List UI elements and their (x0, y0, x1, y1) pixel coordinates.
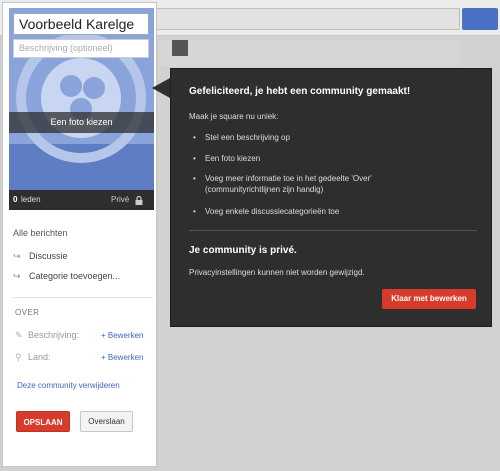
about-description-row: ✎ Beschrijving: (15, 330, 79, 341)
community-setup-panel: Voorbeeld Karelge Beschrijving (optionee… (2, 2, 157, 467)
tooltip-list-item-text: Voeg enkele discussiecategorieën toe (205, 207, 340, 216)
arrow-right-icon: ↪ (13, 271, 21, 281)
tooltip-list-item: • Stel een beschrijving op (193, 132, 465, 143)
community-cover: Voorbeeld Karelge Beschrijving (optionee… (9, 8, 154, 210)
about-country-label: Land: (28, 352, 51, 362)
community-description-input[interactable]: Beschrijving (optioneel) (13, 39, 149, 58)
tooltip-list-item: • Een foto kiezen (193, 153, 465, 164)
tooltip-private-title: Je community is privé. (189, 245, 297, 256)
tooltip-intro: Maak je square nu uniek: (189, 112, 279, 121)
all-posts-link[interactable]: Alle berichten (13, 228, 68, 238)
nav-item-label: Discussie (29, 251, 68, 261)
edit-description-link[interactable]: + Bewerken (101, 331, 143, 340)
tooltip-list-item-text: Voeg meer informatie toe in het gedeelte… (205, 174, 372, 194)
about-section-label: OVER (15, 308, 40, 317)
location-pin-icon: ⚲ (15, 352, 22, 362)
bullet-icon: • (193, 154, 196, 163)
bullet-icon: • (193, 207, 196, 216)
about-country-row: ⚲ Land: (15, 352, 51, 363)
tooltip-private-note: Privacyinstellingen kunnen niet worden g… (189, 268, 365, 277)
edit-country-link[interactable]: + Bewerken (101, 353, 143, 362)
members-label: leden (21, 195, 41, 204)
bullet-icon: • (193, 133, 196, 142)
tooltip-divider (189, 230, 477, 231)
pencil-icon: ✎ (15, 330, 23, 340)
tooltip-list-item-text: Een foto kiezen (205, 154, 261, 163)
skip-button[interactable]: Overslaan (80, 411, 133, 432)
background-search-button (462, 8, 498, 30)
nav-item-discussion[interactable]: ↪ Discussie (13, 251, 68, 262)
nav-item-add-category[interactable]: ↪ Categorie toevoegen... (13, 271, 120, 282)
tooltip-title: Gefeliciteerd, je hebt een community gem… (189, 86, 411, 97)
tooltip-list-item: • Voeg meer informatie toe in het gedeelt… (193, 173, 445, 195)
lock-icon (135, 196, 143, 205)
arrow-right-icon: ↪ (13, 251, 21, 261)
tooltip-list-item: • Voeg enkele discussiecategorieën toe (193, 206, 465, 217)
tooltip-arrow (152, 78, 170, 98)
about-description-label: Beschrijving: (28, 330, 80, 340)
background-search-field (150, 8, 460, 30)
community-name-input[interactable]: Voorbeeld Karelge (13, 13, 149, 35)
divider (13, 297, 153, 298)
background-card (160, 40, 460, 66)
members-count: 0 (13, 195, 18, 204)
cover-footer: 0 leden Privé (9, 190, 154, 210)
done-editing-button[interactable]: Klaar met bewerken (382, 289, 476, 309)
bullet-icon: • (193, 174, 196, 183)
delete-community-link[interactable]: Deze community verwijderen (17, 381, 120, 390)
nav-item-label: Categorie toevoegen... (29, 271, 121, 281)
save-button[interactable]: OPSLAAN (16, 411, 70, 432)
choose-photo-button[interactable]: Een foto kiezen (9, 112, 154, 133)
background-thumbnail (172, 40, 188, 56)
tooltip-list-item-text: Stel een beschrijving op (205, 133, 290, 142)
onboarding-tooltip: Gefeliciteerd, je hebt een community gem… (170, 68, 492, 327)
privacy-label: Privé (111, 195, 130, 204)
